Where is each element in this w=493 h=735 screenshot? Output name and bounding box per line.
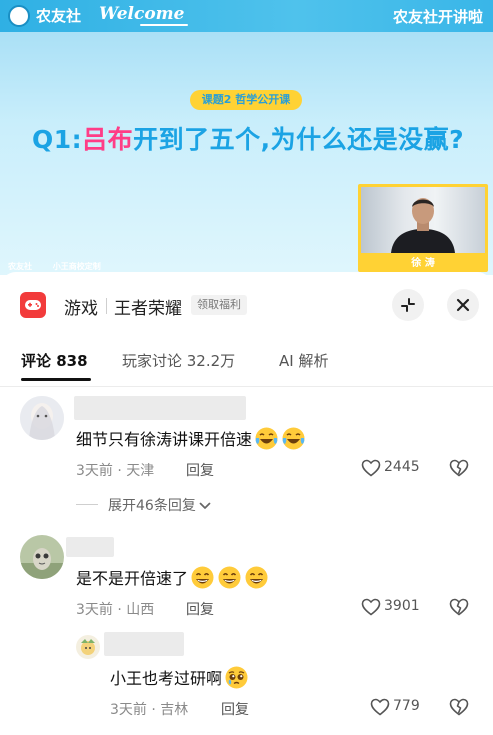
video-top-banner: 农友社 Welcome 农友社开讲啦 [0,0,493,32]
like-count: 2445 [384,459,420,475]
brand-logo-text: 农友社 [36,7,82,25]
grin-emoji-icon [218,566,241,589]
active-tab-indicator [21,378,91,381]
expand-replies-button[interactable]: 展开46条回复 [108,495,211,515]
like-count: 3901 [384,598,420,614]
welcome-script: Welcome [99,4,185,24]
video-footer-logos: 农友社 小王商校定制 [8,261,119,272]
brand-logo-icon [8,5,30,27]
dislike-broken-heart-icon[interactable] [449,598,469,616]
video-player[interactable]: 农友社 Welcome 农友社开讲啦 课题2 哲学公开课 Q1:吕布开到了五个,… [0,0,493,275]
topic-category[interactable]: 游戏 [64,294,98,319]
question-title: Q1:吕布开到了五个,为什么还是没赢? [32,120,472,156]
question-prefix: Q1: [32,125,83,154]
dislike-broken-heart-icon[interactable] [449,459,469,477]
reply-button[interactable]: 回复 [186,460,214,480]
speaker-name: 徐 涛 [411,258,435,269]
question-rest: 开到了五个,为什么还是没赢? [133,125,465,154]
tab-ai-analysis[interactable]: AI 解析 [279,350,328,371]
comment-text: 是不是开倍速了 [76,565,269,590]
close-button[interactable] [447,289,479,321]
tab-player-discussion[interactable]: 玩家讨论 32.2万 [122,350,235,371]
comment-body: 小王也考过研啊 [110,669,223,688]
gamepad-glyph [25,300,41,310]
question-highlight: 吕布 [82,125,134,154]
reply-button[interactable]: 回复 [186,599,214,619]
screen: 农友社 Welcome 农友社开讲啦 课题2 哲学公开课 Q1:吕布开到了五个,… [0,0,493,735]
topic-separator [106,298,107,314]
grin-emoji-icon [191,566,214,589]
pleading-emoji-icon [225,666,248,689]
gamepad-icon[interactable] [20,292,46,318]
username-redacted[interactable] [104,632,184,656]
expand-divider [76,504,98,505]
reward-badge[interactable]: 领取福利 [191,295,247,315]
footer-logo-1: 农友社 [8,262,32,271]
grin-emoji-icon [245,566,268,589]
collapse-button[interactable] [392,289,424,321]
expand-replies-label: 展开46条回复 [108,498,196,514]
heart-icon [361,459,381,477]
comment-body: 细节只有徐涛讲课开倍速 [76,430,253,449]
heart-icon [361,598,381,616]
avatar-image [20,535,64,579]
like-count: 779 [393,698,420,714]
heart-icon [370,698,390,716]
avatar[interactable] [20,535,64,579]
welcome-underline [140,24,188,26]
comment-text: 小王也考过研啊 [110,665,249,690]
speaker-figure [391,198,455,253]
comment-body: 是不是开倍速了 [76,569,189,588]
avatar[interactable] [20,396,64,440]
speaker-video [361,187,485,253]
topic-name[interactable]: 王者荣耀 [114,294,182,319]
footer-logo-2: 小王商校定制 [52,262,101,271]
tab-comments[interactable]: 评论 838 [21,350,88,371]
show-name: 农友社开讲啦 [392,8,483,26]
username-redacted[interactable] [74,396,246,420]
dislike-broken-heart-icon[interactable] [449,698,469,716]
crying-laugh-emoji-icon [255,427,278,450]
crying-laugh-emoji-icon [282,427,305,450]
comment-text: 细节只有徐涛讲课开倍速 [76,426,306,451]
close-icon [456,298,470,312]
avatar-image [76,635,100,659]
comment-meta: 3天前 · 山西 [76,602,155,618]
reply-button[interactable]: 回复 [221,699,249,719]
avatar-image [20,396,64,440]
username-redacted[interactable] [66,537,114,557]
chevron-down-icon [199,502,211,509]
tabs-divider [0,386,493,387]
comment-meta: 3天前 · 吉林 [110,702,189,718]
lesson-tag: 课题2 哲学公开课 [190,90,302,110]
avatar[interactable] [76,635,100,659]
minimize-arrows-icon [401,298,415,312]
speaker-inset: 徐 涛 [358,184,488,272]
comment-meta: 3天前 · 天津 [76,463,155,479]
